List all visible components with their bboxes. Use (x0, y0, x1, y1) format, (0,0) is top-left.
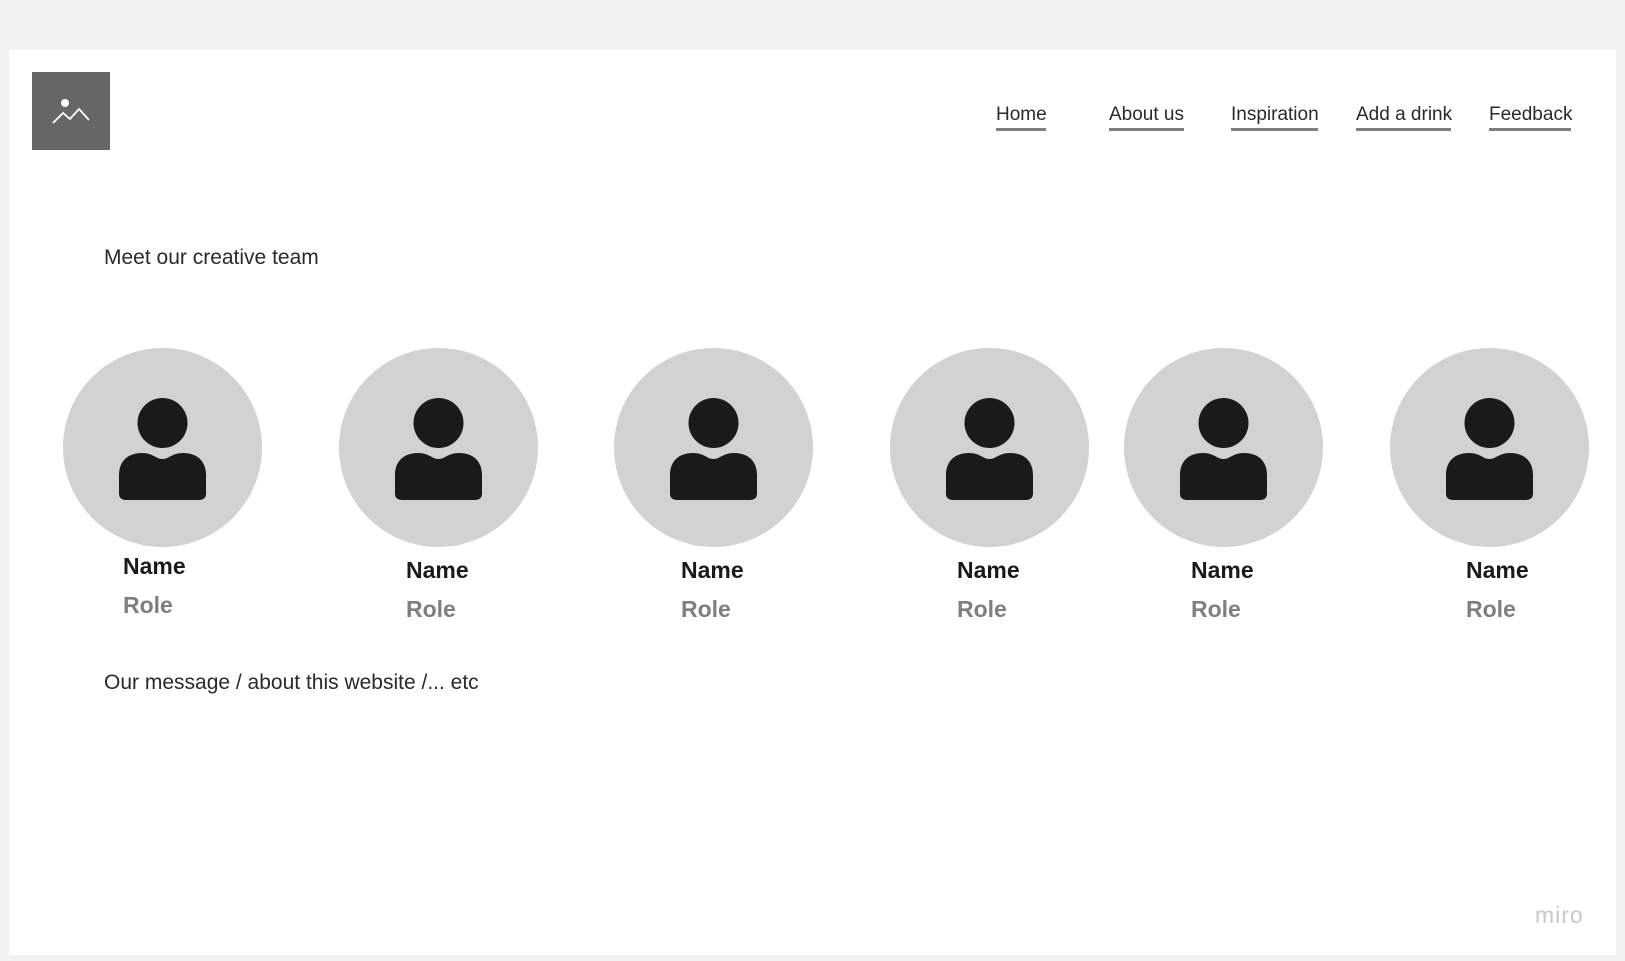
member-role: Role (1466, 596, 1516, 622)
member-name: Name (1191, 557, 1254, 583)
nav-feedback-underline (1489, 128, 1571, 131)
avatar (614, 348, 813, 547)
member-role: Role (1191, 596, 1241, 622)
nav-home-underline (996, 128, 1046, 131)
nav-feedback-link[interactable]: Feedback (1489, 104, 1572, 126)
avatar (1124, 348, 1323, 547)
image-placeholder-icon (52, 99, 90, 124)
member-role: Role (957, 596, 1007, 622)
member-name: Name (123, 553, 186, 579)
member-name: Name (1466, 557, 1529, 583)
user-icon (670, 398, 757, 500)
avatar (339, 348, 538, 547)
user-icon (119, 398, 206, 500)
avatar (890, 348, 1089, 547)
user-icon (395, 398, 482, 500)
nav-add-drink-link[interactable]: Add a drink (1356, 104, 1452, 126)
member-role: Role (123, 592, 173, 618)
logo[interactable] (32, 72, 110, 150)
about-message: Our message / about this website /... et… (104, 671, 479, 694)
miro-watermark: miro (1535, 902, 1584, 928)
member-name: Name (406, 557, 469, 583)
user-icon (1180, 398, 1267, 500)
member-name: Name (957, 557, 1020, 583)
team-section-title: Meet our creative team (104, 246, 319, 269)
nav-inspiration-underline (1231, 128, 1318, 131)
nav-about-underline (1109, 128, 1184, 131)
member-role: Role (406, 596, 456, 622)
nav-add-drink-underline (1356, 128, 1451, 131)
user-icon (1446, 398, 1533, 500)
nav-home-link[interactable]: Home (996, 104, 1047, 126)
member-name: Name (681, 557, 744, 583)
nav-about-link[interactable]: About us (1109, 104, 1184, 126)
avatar (63, 348, 262, 547)
member-role: Role (681, 596, 731, 622)
avatar (1390, 348, 1589, 547)
user-icon (946, 398, 1033, 500)
nav-inspiration-link[interactable]: Inspiration (1231, 104, 1319, 126)
